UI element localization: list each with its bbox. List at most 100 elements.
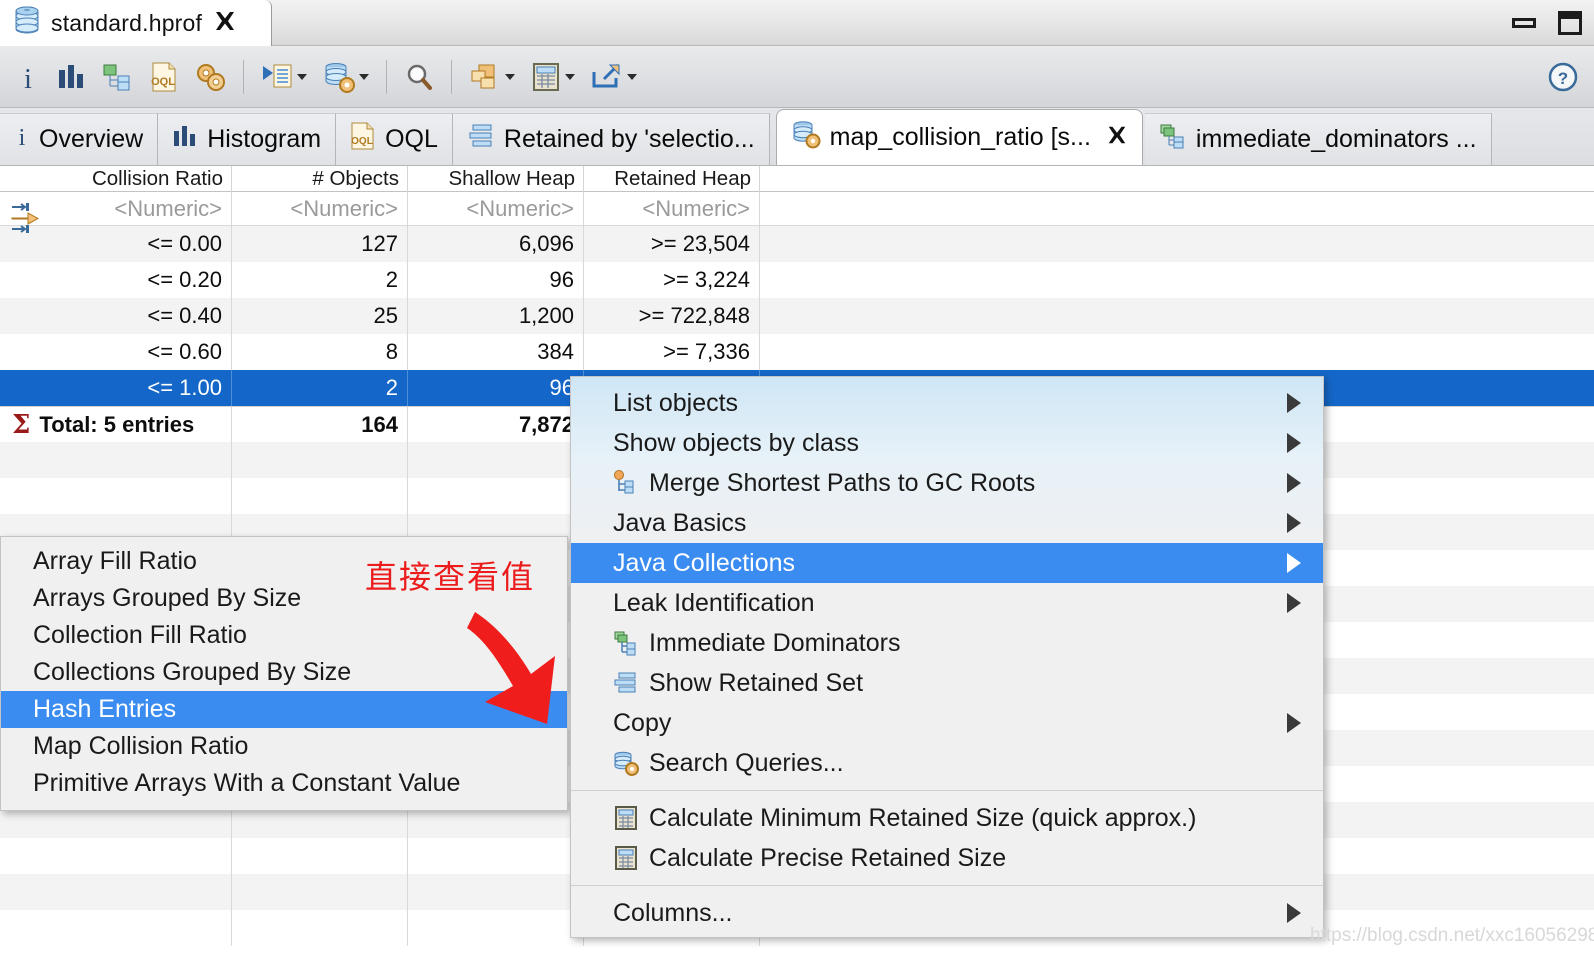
- calculator-icon: [613, 805, 639, 831]
- menu-item-show-retained-set[interactable]: Show Retained Set: [571, 663, 1323, 703]
- column-header-retained-heap[interactable]: Retained Heap: [584, 166, 760, 192]
- tab-histogram[interactable]: Histogram: [158, 113, 337, 165]
- svg-text:?: ?: [1558, 69, 1568, 88]
- menu-item-show-objects-by-class[interactable]: Show objects by class: [571, 423, 1323, 463]
- toolbar-histogram-icon[interactable]: [48, 54, 94, 100]
- annotation-note: 直接查看值: [365, 558, 536, 596]
- tab-close-icon[interactable]: [1106, 124, 1128, 152]
- column-header-num-objects[interactable]: # Objects: [232, 166, 408, 192]
- submenu-arrow-icon: [1287, 903, 1301, 923]
- tab-overview[interactable]: i Overview: [0, 113, 159, 165]
- submenu-arrow-icon: [1287, 433, 1301, 453]
- info-icon: i: [14, 123, 30, 156]
- editor-file-tab[interactable]: standard.hprof: [0, 0, 272, 46]
- tab-immediate-dominators[interactable]: immediate_dominators ...: [1144, 113, 1492, 165]
- table-row[interactable]: <= 0.40 25 1,200 >= 722,848: [0, 298, 1594, 334]
- maximize-button[interactable]: [1558, 11, 1582, 35]
- table-row[interactable]: <= 0.60 8 384 >= 7,336: [0, 334, 1594, 370]
- toolbar-dominator-tree-icon[interactable]: [94, 54, 142, 100]
- submenu-item-label: Arrays Grouped By Size: [33, 584, 302, 612]
- svg-text:OQL: OQL: [351, 136, 373, 147]
- toolbar-overview-info-icon[interactable]: i: [8, 54, 48, 100]
- cell-retained-heap: >= 23,504: [584, 226, 760, 262]
- menu-item-merge-shortest-paths[interactable]: Merge Shortest Paths to GC Roots: [571, 463, 1323, 503]
- cell-num-objects: 2: [232, 370, 408, 406]
- submenu-item-primitive-arrays-constant-value[interactable]: Primitive Arrays With a Constant Value: [1, 765, 567, 802]
- annotation-arrow-icon: [455, 604, 585, 739]
- toolbar-inspect-gears-icon[interactable]: [186, 54, 234, 100]
- toolbar-query-browser-icon[interactable]: [315, 54, 377, 100]
- menu-item-columns[interactable]: Columns...: [571, 893, 1323, 933]
- filter-num-objects[interactable]: <Numeric>: [232, 192, 408, 225]
- toolbar-separator: [451, 59, 452, 94]
- tab-oql[interactable]: OQL OQL: [336, 113, 453, 165]
- menu-item-java-basics[interactable]: Java Basics: [571, 503, 1323, 543]
- column-header-shallow-heap[interactable]: Shallow Heap: [408, 166, 584, 192]
- tab-label: Histogram: [207, 125, 322, 153]
- submenu-arrow-icon: [1287, 513, 1301, 533]
- calculator-icon: [613, 845, 639, 871]
- chevron-down-icon[interactable]: [505, 73, 515, 80]
- menu-item-copy[interactable]: Copy: [571, 703, 1323, 743]
- menu-item-search-queries[interactable]: Search Queries...: [571, 743, 1323, 783]
- table-row[interactable]: <= 0.00 127 6,096 >= 23,504: [0, 226, 1594, 262]
- menu-separator: [571, 790, 1323, 791]
- menu-item-label: Java Collections: [613, 548, 796, 577]
- menu-item-label: Copy: [613, 708, 672, 737]
- menu-item-immediate-dominators[interactable]: Immediate Dominators: [571, 623, 1323, 663]
- menu-item-label: List objects: [613, 388, 739, 417]
- menu-item-calculate-precise-retained-size[interactable]: Calculate Precise Retained Size: [571, 838, 1323, 878]
- menu-item-leak-identification[interactable]: Leak Identification: [571, 583, 1323, 623]
- chevron-down-icon[interactable]: [565, 73, 575, 80]
- submenu-arrow-icon: [1287, 593, 1301, 613]
- menu-item-label: Java Basics: [613, 508, 747, 537]
- filter-retained-heap[interactable]: <Numeric>: [584, 192, 760, 225]
- total-num-objects: 164: [232, 407, 408, 442]
- column-header-collision-ratio[interactable]: Collision Ratio: [0, 166, 232, 192]
- cell-filler: [760, 226, 1594, 262]
- menu-separator: [571, 885, 1323, 886]
- total-shallow-heap: 7,872: [408, 407, 584, 442]
- cell-num-objects: 25: [232, 298, 408, 334]
- query-db-icon: [613, 750, 639, 776]
- chevron-down-icon[interactable]: [359, 73, 369, 80]
- file-tab-label: standard.hprof: [51, 9, 203, 36]
- menu-item-label: Show objects by class: [613, 428, 859, 457]
- cell-shallow-heap: 1,200: [408, 298, 584, 334]
- menu-item-label: Immediate Dominators: [649, 628, 901, 657]
- table-header-row: Collision Ratio # Objects Shallow Heap R…: [0, 166, 1594, 192]
- chevron-down-icon[interactable]: [297, 73, 307, 80]
- cell-retained-heap: >= 722,848: [584, 298, 760, 334]
- toolbar-run-expert-system-icon[interactable]: [253, 54, 315, 100]
- tab-map-collision-ratio[interactable]: map_collision_ratio [s...: [775, 109, 1143, 165]
- table-row[interactable]: <= 0.20 2 96 >= 3,224: [0, 262, 1594, 298]
- minimize-button[interactable]: [1512, 18, 1536, 28]
- toolbar-oql-icon[interactable]: OQL: [142, 54, 186, 100]
- table-filter-row[interactable]: <Numeric> <Numeric> <Numeric> <Numeric>: [0, 192, 1594, 226]
- cell-filler: [760, 334, 1594, 370]
- toolbar-export-icon[interactable]: [583, 54, 645, 100]
- filter-filler: [760, 192, 1594, 225]
- oql-icon: OQL: [350, 121, 376, 158]
- toolbar-group-by-icon[interactable]: [461, 54, 523, 100]
- sigma-icon: Σ: [12, 409, 31, 440]
- menu-item-java-collections[interactable]: Java Collections: [571, 543, 1323, 583]
- empty-cell: [232, 478, 408, 514]
- submenu-arrow-icon: [1287, 553, 1301, 573]
- total-label: Total: 5 entries: [39, 411, 195, 437]
- close-icon[interactable]: [213, 9, 237, 38]
- chevron-down-icon[interactable]: [627, 73, 637, 80]
- toolbar-separator: [243, 59, 244, 94]
- filter-shallow-heap[interactable]: <Numeric>: [408, 192, 584, 225]
- tab-retained-by-selection[interactable]: Retained by 'selectio...: [452, 113, 770, 165]
- help-icon[interactable]: ?: [1548, 62, 1578, 97]
- cell-collision-ratio: <= 0.20: [0, 262, 232, 298]
- toolbar-find-icon[interactable]: [396, 54, 442, 100]
- submenu-item-label: Collections Grouped By Size: [33, 658, 352, 686]
- retained-set-icon: [467, 123, 495, 156]
- menu-item-calculate-minimum-retained-size[interactable]: Calculate Minimum Retained Size (quick a…: [571, 798, 1323, 838]
- toolbar-calculator-icon[interactable]: [523, 54, 583, 100]
- cell-shallow-heap: 6,096: [408, 226, 584, 262]
- column-header-filler: [760, 166, 1594, 192]
- menu-item-list-objects[interactable]: List objects: [571, 383, 1323, 423]
